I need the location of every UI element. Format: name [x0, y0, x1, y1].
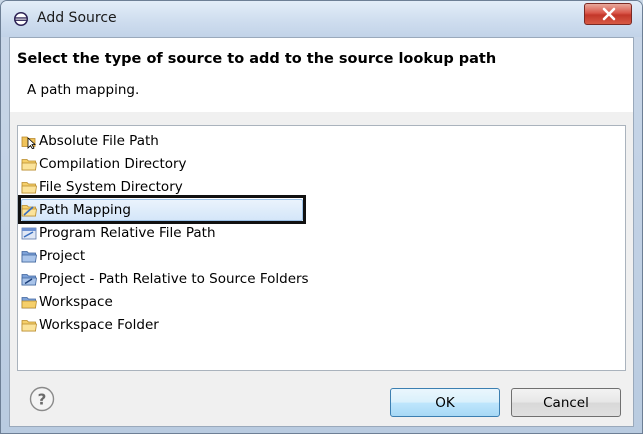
list-item-compilation-directory[interactable]: Compilation Directory — [21, 153, 621, 175]
dialog-client-area: Select the type of source to add to the … — [9, 37, 634, 427]
svg-text:?: ? — [38, 391, 47, 409]
cancel-button[interactable]: Cancel — [511, 388, 621, 417]
list-item-label: Absolute File Path — [39, 133, 159, 149]
help-icon[interactable]: ? — [29, 386, 55, 412]
header-title: Select the type of source to add to the … — [17, 51, 497, 67]
folder-icon — [21, 320, 37, 332]
list-item-workspace[interactable]: Workspace — [21, 291, 621, 313]
list-item-label: Compilation Directory — [39, 156, 187, 172]
folder-icon — [21, 159, 37, 171]
close-button[interactable] — [584, 3, 632, 25]
list-item-label: File System Directory — [39, 179, 183, 195]
workspace-folder-icon — [21, 297, 37, 309]
annotation-highlight-box — [18, 195, 306, 224]
list-item-project[interactable]: Project — [21, 245, 621, 267]
program-relative-path-icon — [21, 227, 37, 240]
list-item-workspace-folder[interactable]: Workspace Folder — [21, 314, 621, 336]
source-type-list[interactable]: Absolute File Path Compilation Directory… — [17, 125, 626, 371]
dialog-body: Absolute File Path Compilation Directory… — [10, 112, 633, 426]
list-item-label: Workspace Folder — [39, 317, 159, 333]
folder-icon — [21, 182, 37, 194]
dialog-header: Select the type of source to add to the … — [10, 38, 633, 113]
absolute-file-path-icon — [21, 136, 37, 149]
close-icon — [602, 7, 616, 21]
eclipse-icon — [14, 12, 28, 26]
project-folder-icon — [21, 251, 37, 263]
add-source-dialog: Add Source Select the type of source to … — [0, 0, 643, 434]
list-item-program-relative-file-path[interactable]: Program Relative File Path — [21, 222, 621, 244]
title-bar: Add Source — [1, 1, 642, 37]
list-item-label: Workspace — [39, 294, 113, 310]
list-item-absolute-file-path[interactable]: Absolute File Path — [21, 130, 621, 152]
list-item-project-path-relative[interactable]: Project - Path Relative to Source Folder… — [21, 268, 621, 290]
list-item-label: Project - Path Relative to Source Folder… — [39, 271, 309, 287]
ok-button[interactable]: OK — [390, 388, 500, 417]
list-item-label: Program Relative File Path — [39, 225, 216, 241]
list-item-label: Project — [39, 248, 86, 264]
project-relative-folder-icon — [21, 274, 37, 286]
window-title: Add Source — [37, 10, 117, 26]
header-description: A path mapping. — [27, 82, 140, 98]
